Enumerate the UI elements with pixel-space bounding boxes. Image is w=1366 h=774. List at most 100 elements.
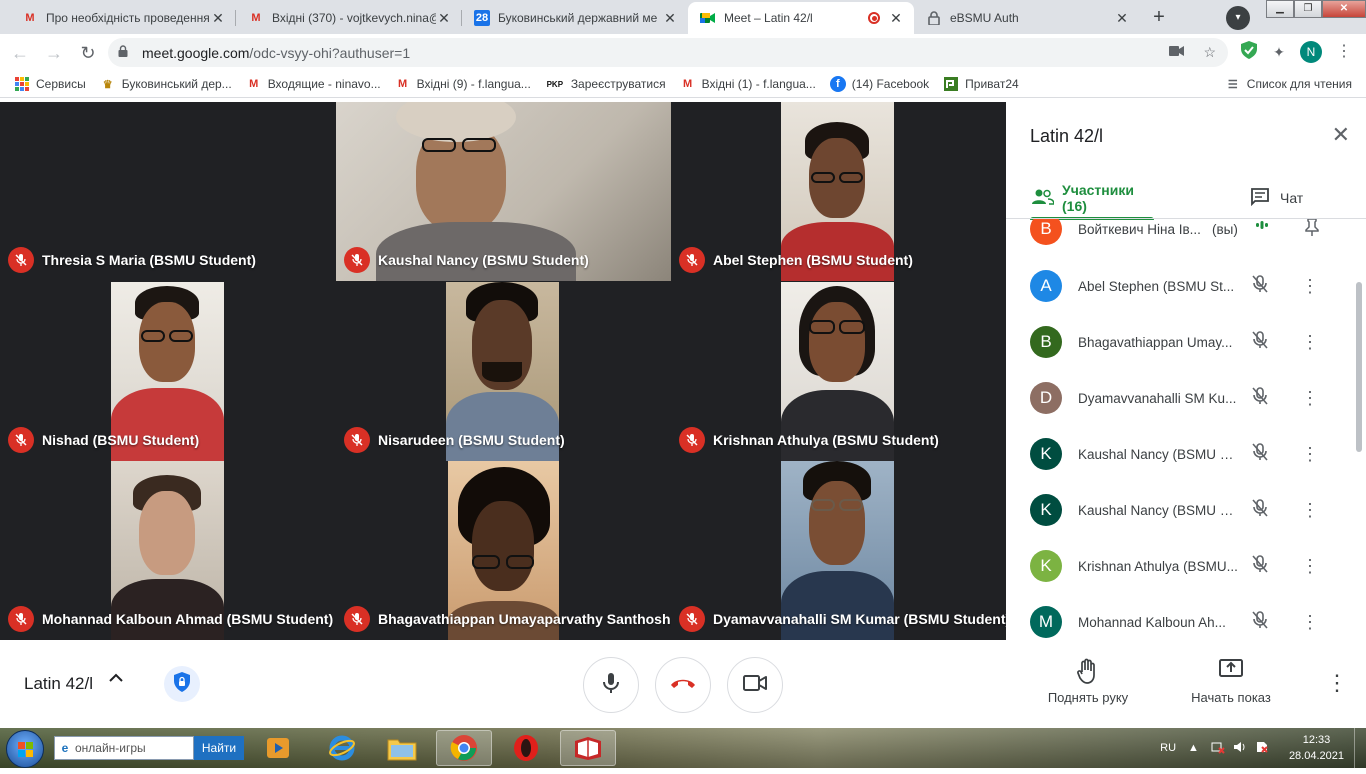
microphone-button[interactable] xyxy=(583,657,639,713)
more-options-icon[interactable]: ⋮ xyxy=(1300,332,1320,352)
chrome-taskbar-button[interactable] xyxy=(436,730,492,766)
bookmark-register[interactable]: PKP Зареєструватися xyxy=(545,76,666,92)
more-options-icon[interactable]: ⋮ xyxy=(1300,556,1320,576)
participant-name: Nisarudeen (BSMU Student) xyxy=(378,432,565,448)
pin-icon[interactable] xyxy=(1302,219,1322,240)
participant-name: Bhagavathiappan Umayaparvathy Santhosh .… xyxy=(378,611,671,627)
more-options-icon[interactable]: ⋮ xyxy=(1300,388,1320,408)
clock[interactable]: 12:33 28.04.2021 xyxy=(1289,732,1344,764)
explorer-taskbar-button[interactable] xyxy=(374,730,430,766)
browser-tab-5[interactable]: eBSMU Auth ✕ xyxy=(914,2,1140,34)
camera-button[interactable] xyxy=(727,657,783,713)
bookmark-inbox-ru[interactable]: M Входящие - ninavo... xyxy=(246,76,381,92)
media-player-taskbar-button[interactable] xyxy=(250,730,306,766)
tab-chat-label: Чат xyxy=(1280,190,1304,206)
participant-tile[interactable]: Abel Stephen (BSMU Student) xyxy=(671,102,1006,281)
tab-chat[interactable]: Чат xyxy=(1250,180,1303,216)
camera-icon[interactable] xyxy=(1169,44,1185,61)
bookmark-inbox-1[interactable]: M Вхідні (1) - f.langua... xyxy=(680,76,816,92)
participant-row-self[interactable]: В Войткевич Ніна Ів... (вы) xyxy=(1006,219,1356,257)
network-disconnected-icon[interactable] xyxy=(1211,740,1225,757)
participant-tile[interactable]: Nishad (BSMU Student) xyxy=(0,282,335,461)
reading-list-label: Список для чтения xyxy=(1246,77,1352,91)
taskbar-search-input[interactable]: e онлайн-игры xyxy=(54,736,194,760)
bookmark-inbox-9[interactable]: M Вхідні (9) - f.langua... xyxy=(395,76,531,92)
close-tab-icon[interactable]: ✕ xyxy=(888,10,904,26)
action-center-icon[interactable] xyxy=(1255,740,1269,757)
taskbar-search-button[interactable]: Найти xyxy=(194,736,244,760)
chat-icon xyxy=(1250,187,1270,209)
more-options-icon[interactable]: ⋮ xyxy=(1300,500,1320,520)
participant-row[interactable]: K Krishnan Athulya (BSMU... ⋮ xyxy=(1006,538,1356,594)
present-now-button[interactable]: Начать показ xyxy=(1176,658,1286,705)
opera-taskbar-button[interactable] xyxy=(498,730,554,766)
browser-tab-2[interactable]: M Вхідні (370) - vojtkevych.nina@ ✕ xyxy=(236,2,462,34)
raise-hand-button[interactable]: Поднять руку xyxy=(1033,658,1143,705)
participant-row[interactable]: B Bhagavathiappan Umay... ⋮ xyxy=(1006,314,1356,370)
secure-lock-icon[interactable] xyxy=(118,45,132,60)
close-tab-icon[interactable]: ✕ xyxy=(210,10,226,26)
browser-tab-3[interactable]: 28 Буковинський державний ме ✕ xyxy=(462,2,688,34)
reload-icon[interactable]: ↻ xyxy=(74,39,102,67)
address-bar[interactable]: meet.google.com/odc-vsyy-ohi?authuser=1 … xyxy=(108,38,1228,67)
new-tab-button[interactable]: + xyxy=(1146,5,1172,31)
host-controls-button[interactable] xyxy=(164,666,200,702)
reader-taskbar-button[interactable] xyxy=(560,730,616,766)
shield-extension-icon[interactable] xyxy=(1238,41,1260,63)
participant-tile[interactable]: Kaushal Nancy (BSMU Student) xyxy=(336,102,671,281)
close-tab-icon[interactable]: ✕ xyxy=(1114,10,1130,26)
end-call-button[interactable] xyxy=(655,657,711,713)
back-icon[interactable]: ← xyxy=(6,39,34,67)
bookmark-privat24[interactable]: Приват24 xyxy=(943,76,1019,92)
chevron-up-icon[interactable] xyxy=(108,670,124,688)
bookmark-services[interactable]: Сервисы xyxy=(14,76,86,92)
tab-search-icon[interactable]: ▾ xyxy=(1226,6,1250,30)
video-grid: Thresia S Maria (BSMU Student) Kaushal N… xyxy=(0,102,1006,640)
participant-tile[interactable]: Nisarudeen (BSMU Student) xyxy=(336,282,671,461)
bookmark-bukovyna[interactable]: ♛ Буковинський дер... xyxy=(100,76,232,92)
meeting-name[interactable]: Latin 42/l xyxy=(24,674,93,694)
participant-list-scrollbar[interactable] xyxy=(1356,282,1362,452)
participant-row[interactable]: M Mohannad Kalboun Ah... ⋮ xyxy=(1006,594,1356,640)
profile-avatar[interactable]: N xyxy=(1300,41,1322,63)
tab-people[interactable]: Участники (16) xyxy=(1022,180,1162,220)
bookmark-facebook[interactable]: f (14) Facebook xyxy=(829,76,929,92)
participant-tile[interactable]: Krishnan Athulya (BSMU Student) xyxy=(671,282,1006,461)
bookmark-star-icon[interactable]: ☆ xyxy=(1203,44,1216,61)
more-options-icon[interactable]: ⋮ xyxy=(1326,670,1348,696)
forward-icon[interactable]: → xyxy=(40,39,68,67)
present-screen-icon xyxy=(1176,658,1286,684)
close-panel-icon[interactable]: ✕ xyxy=(1332,122,1350,148)
internet-explorer-taskbar-button[interactable] xyxy=(314,730,370,766)
participant-name: Kaushal Nancy (BSMU Student) xyxy=(378,252,589,268)
close-window-button[interactable]: ✕ xyxy=(1322,0,1366,18)
more-options-icon[interactable]: ⋮ xyxy=(1300,276,1320,296)
more-options-icon[interactable]: ⋮ xyxy=(1300,612,1320,632)
start-button[interactable] xyxy=(6,730,44,768)
participant-row[interactable]: K Kaushal Nancy (BSMU S... ⋮ xyxy=(1006,426,1356,482)
show-desktop-button[interactable] xyxy=(1354,728,1366,768)
avatar: В xyxy=(1030,219,1062,245)
show-hidden-icons-icon[interactable]: ▲ xyxy=(1188,742,1199,754)
extensions-puzzle-icon[interactable]: ✦ xyxy=(1268,41,1290,63)
language-indicator[interactable]: RU xyxy=(1160,742,1176,754)
participant-tile[interactable]: Dyamavvanahalli SM Kumar (BSMU Student) xyxy=(671,461,1006,640)
more-options-icon[interactable]: ⋮ xyxy=(1300,444,1320,464)
reading-list[interactable]: ☰ Список для чтения xyxy=(1225,76,1352,92)
privat-icon xyxy=(943,76,959,92)
browser-menu-icon[interactable]: ⋮ xyxy=(1336,41,1352,61)
participant-tile[interactable]: Bhagavathiappan Umayaparvathy Santhosh .… xyxy=(336,461,671,640)
close-tab-icon[interactable]: ✕ xyxy=(436,10,452,26)
participant-row[interactable]: K Kaushal Nancy (BSMU S... ⋮ xyxy=(1006,482,1356,538)
participant-row[interactable]: D Dyamavvanahalli SM Ku... ⋮ xyxy=(1006,370,1356,426)
participant-tile[interactable]: Thresia S Maria (BSMU Student) xyxy=(0,102,335,281)
browser-tab-active[interactable]: Meet – Latin 42/l ✕ xyxy=(688,2,914,34)
volume-icon[interactable] xyxy=(1233,740,1247,757)
minimize-button[interactable]: ▁ xyxy=(1266,0,1294,18)
maximize-button[interactable]: ❐ xyxy=(1294,0,1322,18)
participant-row[interactable]: A Abel Stephen (BSMU St... ⋮ xyxy=(1006,258,1356,314)
browser-tab-1[interactable]: M Про необхідність проведення ✕ xyxy=(10,2,236,34)
participant-tile[interactable]: Mohannad Kalboun Ahmad (BSMU Student) xyxy=(0,461,335,640)
apps-icon xyxy=(14,76,30,92)
close-tab-icon[interactable]: ✕ xyxy=(662,10,678,26)
